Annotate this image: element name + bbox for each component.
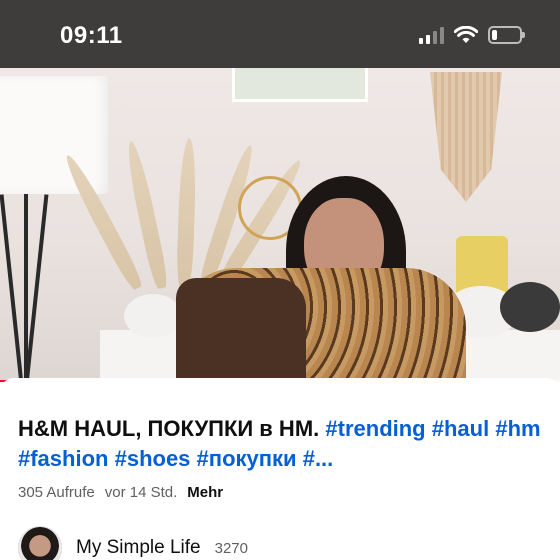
channel-avatar[interactable]	[18, 526, 62, 560]
view-count: 305 Aufrufe	[18, 484, 95, 501]
status-time: 09:11	[60, 22, 123, 49]
status-bar: 09:11	[0, 0, 560, 68]
wifi-icon	[454, 26, 478, 43]
video-meta: 305 Aufrufe vor 14 Std. Mehr	[18, 484, 223, 501]
video-scene-pumpkin	[124, 294, 182, 338]
hashtag-link[interactable]: #trending	[325, 416, 425, 441]
video-title[interactable]: H&M HAUL, ПОКУПКИ в НМ. #trending #haul …	[18, 414, 542, 474]
video-title-text: H&M HAUL, ПОКУПКИ в НМ.	[18, 416, 320, 441]
video-scene-pumpkin	[500, 282, 560, 332]
video-scene-handbag	[176, 278, 306, 382]
hashtag-link[interactable]: #haul	[432, 416, 489, 441]
hashtag-link[interactable]: #shoes	[115, 446, 191, 471]
battery-icon	[488, 26, 525, 44]
hashtag-link[interactable]: #fashion	[18, 446, 108, 471]
hashtag-link[interactable]: #покупки	[197, 446, 297, 471]
battery-level-fill	[492, 30, 498, 40]
hashtag-link[interactable]: #hm	[495, 416, 540, 441]
cellular-signal-icon	[419, 26, 444, 44]
video-info-panel: H&M HAUL, ПОКУПКИ в НМ. #trending #haul …	[0, 378, 560, 560]
video-player[interactable]	[0, 68, 560, 382]
video-scene-lamp	[0, 76, 108, 194]
video-scene-pampas-grass	[60, 108, 307, 293]
video-scene-wall-frame	[232, 68, 368, 102]
channel-name[interactable]: My Simple Life	[76, 537, 201, 559]
subscriber-count: 3270	[214, 539, 248, 557]
hashtag-link[interactable]: #...	[303, 446, 334, 471]
status-icons	[419, 26, 525, 44]
video-scene-lamp-stand	[0, 194, 49, 382]
video-scene-macrame	[430, 72, 502, 202]
channel-row[interactable]: My Simple Life 3270	[18, 526, 248, 560]
more-button[interactable]: Mehr	[187, 484, 223, 501]
upload-time: vor 14 Std.	[104, 484, 178, 501]
